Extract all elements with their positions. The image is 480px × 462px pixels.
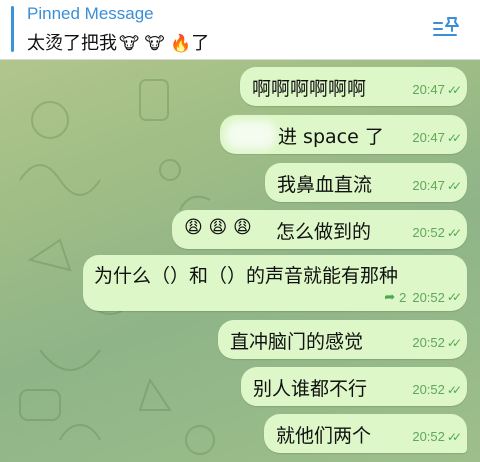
forward-reply-icon[interactable]: ➦ xyxy=(384,289,395,305)
redacted-blur xyxy=(226,121,276,149)
pinned-title: Pinned Message xyxy=(27,4,154,23)
message-bubble[interactable]: 啊啊啊啊啊啊 20:47 ✓✓ xyxy=(240,67,467,106)
double-check-icon: ✓✓ xyxy=(446,382,462,397)
message-bubble[interactable]: 就他们两个 20:52 ✓✓ xyxy=(264,414,467,453)
message-time: 20:52 xyxy=(412,429,445,444)
message-text: 啊啊啊啊啊啊 xyxy=(252,78,367,100)
message-time: 20:47 xyxy=(412,130,445,145)
message-bubble[interactable]: 我鼻血直流 20:47 ✓✓ xyxy=(265,163,467,202)
message-text: 为什么（）和（）的声音就能有那种 xyxy=(94,265,399,287)
pinned-preview-emojis: 🐮 🐮 🔥 xyxy=(119,34,192,54)
message-text: 怎么做到的 xyxy=(276,221,372,243)
message-text: 我鼻血直流 xyxy=(277,174,373,196)
message-emojis: 😩 😩 😩 xyxy=(184,217,252,238)
message-meta: 20:52 ✓✓ xyxy=(412,429,462,444)
message-bubble[interactable]: 😩 😩 😩 怎么做到的 20:52 ✓✓ xyxy=(172,210,467,249)
message-bubble[interactable]: 进 space 了 20:47 ✓✓ xyxy=(220,115,467,154)
double-check-icon: ✓✓ xyxy=(446,178,462,193)
double-check-icon: ✓✓ xyxy=(446,225,462,240)
pinned-preview-text: 太烫了把我 xyxy=(27,33,117,54)
pinned-message-bar[interactable]: Pinned Message 太烫了把我 🐮 🐮 🔥了 xyxy=(0,0,480,60)
message-time: 20:52 xyxy=(412,382,445,397)
message-bubble[interactable]: 别人谁都不行 20:52 ✓✓ xyxy=(241,367,467,406)
pinned-indicator-bar xyxy=(11,6,14,52)
message-meta: 20:52 ✓✓ xyxy=(412,335,462,350)
message-text: 就他们两个 xyxy=(276,425,372,447)
message-meta: ➦ 2 20:52 ✓✓ xyxy=(384,289,462,305)
message-bubble[interactable]: 直冲脑门的感觉 20:52 ✓✓ xyxy=(218,320,467,359)
message-text: 别人谁都不行 xyxy=(253,378,368,400)
message-meta: 20:47 ✓✓ xyxy=(412,130,462,145)
double-check-icon: ✓✓ xyxy=(446,82,462,97)
message-time: 20:47 xyxy=(412,82,445,97)
double-check-icon: ✓✓ xyxy=(446,335,462,350)
reply-count[interactable]: 2 xyxy=(399,290,406,305)
double-check-icon: ✓✓ xyxy=(446,130,462,145)
message-time: 20:52 xyxy=(412,335,445,350)
pin-list-icon[interactable] xyxy=(432,15,462,41)
message-time: 20:52 xyxy=(412,289,445,305)
double-check-icon: ✓✓ xyxy=(446,290,462,304)
message-meta: 20:47 ✓✓ xyxy=(412,82,462,97)
pinned-preview-suffix: 了 xyxy=(191,33,210,54)
message-time: 20:47 xyxy=(412,178,445,193)
message-meta: 20:47 ✓✓ xyxy=(412,178,462,193)
pinned-preview: 太烫了把我 🐮 🐮 🔥了 xyxy=(27,29,209,55)
message-text: 直冲脑门的感觉 xyxy=(230,331,364,353)
message-bubble[interactable]: 为什么（）和（）的声音就能有那种 ➦ 2 20:52 ✓✓ xyxy=(83,255,467,311)
message-meta: 20:52 ✓✓ xyxy=(412,225,462,240)
message-meta: 20:52 ✓✓ xyxy=(412,382,462,397)
message-time: 20:52 xyxy=(412,225,445,240)
message-text: 进 space 了 xyxy=(278,126,384,148)
double-check-icon: ✓✓ xyxy=(446,429,462,444)
